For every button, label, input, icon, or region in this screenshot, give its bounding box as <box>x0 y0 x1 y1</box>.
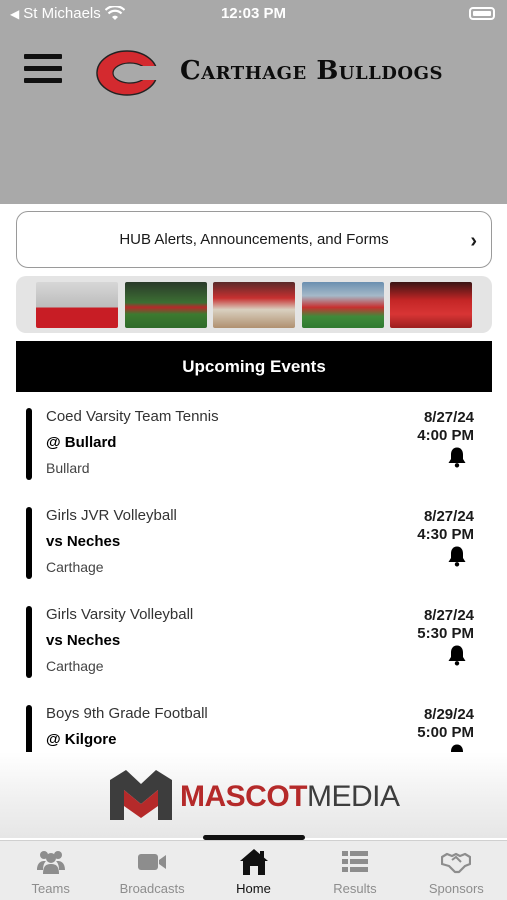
event-indicator-bar <box>26 507 32 579</box>
event-location: Bullard <box>46 460 90 476</box>
event-opponent: @ Kilgore <box>46 731 117 748</box>
tab-label: Results <box>333 881 377 896</box>
event-sport: Girls JVR Volleyball <box>46 507 177 524</box>
tab-results[interactable]: Results <box>304 841 405 900</box>
bell-icon[interactable] <box>446 446 468 468</box>
app-header: ◀ St Michaels 12:03 PM Carthage Bulldogs <box>0 0 507 204</box>
photo-strip <box>16 276 492 333</box>
event-sport: Girls Varsity Volleyball <box>46 606 194 623</box>
mascot-media-word-a: MASCOT <box>180 780 308 813</box>
tab-label: Home <box>236 881 271 896</box>
upcoming-events-header: Upcoming Events <box>16 341 492 392</box>
event-indicator-bar <box>26 408 32 480</box>
app-title: Carthage Bulldogs <box>180 56 443 86</box>
event-date: 8/27/24 <box>423 409 474 426</box>
status-bar: ◀ St Michaels 12:03 PM <box>0 0 507 30</box>
event-location: Carthage <box>46 559 104 575</box>
tab-teams[interactable]: Teams <box>0 841 101 900</box>
mascot-media-wordmark: MASCOTMEDIA <box>180 780 400 814</box>
event-date: 8/29/24 <box>423 706 474 723</box>
event-sport: Coed Varsity Team Tennis <box>46 408 219 425</box>
event-date: 8/27/24 <box>423 607 474 624</box>
event-row[interactable]: Girls Varsity Volleyball vs Neches Carth… <box>0 598 507 697</box>
event-opponent: vs Neches <box>46 632 121 649</box>
event-time: 5:00 PM <box>417 724 474 741</box>
video-camera-icon <box>138 854 167 870</box>
photo-thumbnail[interactable] <box>124 281 207 328</box>
mascot-media-logo <box>110 770 172 820</box>
teams-icon <box>36 851 65 874</box>
events-list: Coed Varsity Team Tennis @ Bullard Bulla… <box>0 400 507 760</box>
tab-label: Sponsors <box>428 881 484 896</box>
event-sport: Boys 9th Grade Football <box>46 705 208 722</box>
bottom-tab-bar: Teams Broadcasts Home Results Sponsors <box>0 840 507 900</box>
results-list-icon <box>341 851 368 872</box>
status-time: 12:03 PM <box>220 5 287 22</box>
handshake-icon <box>441 852 472 874</box>
home-icon <box>239 849 268 875</box>
photo-thumbnail[interactable] <box>301 281 384 328</box>
event-row[interactable]: Girls JVR Volleyball vs Neches Carthage … <box>0 499 507 598</box>
tab-home[interactable]: Home <box>203 841 304 900</box>
event-opponent: vs Neches <box>46 533 121 550</box>
photo-thumbnail[interactable] <box>36 281 118 328</box>
event-row[interactable]: Coed Varsity Team Tennis @ Bullard Bulla… <box>0 400 507 499</box>
hamburger-menu-icon[interactable] <box>24 54 62 88</box>
event-time: 4:30 PM <box>417 526 474 543</box>
battery-icon <box>469 7 495 20</box>
upcoming-events-title: Upcoming Events <box>182 356 326 376</box>
event-time: 4:00 PM <box>417 427 474 444</box>
tab-sponsors[interactable]: Sponsors <box>406 841 507 900</box>
bell-icon[interactable] <box>446 644 468 666</box>
carthage-logo <box>96 50 160 96</box>
mascot-media-word-b: MEDIA <box>307 780 400 813</box>
tab-label: Broadcasts <box>119 881 185 896</box>
tab-broadcasts[interactable]: Broadcasts <box>101 841 202 900</box>
event-indicator-bar <box>26 606 32 678</box>
hub-alerts-button[interactable]: HUB Alerts, Announcements, and Forms › <box>16 211 492 268</box>
event-time: 5:30 PM <box>417 625 474 642</box>
photo-thumbnail[interactable] <box>390 281 472 328</box>
event-date: 8/27/24 <box>423 508 474 525</box>
mascot-media-banner[interactable]: MASCOTMEDIA <box>0 752 507 838</box>
event-opponent: @ Bullard <box>46 434 117 451</box>
bell-icon[interactable] <box>446 545 468 567</box>
photo-thumbnail[interactable] <box>213 281 295 328</box>
hub-alerts-label: HUB Alerts, Announcements, and Forms <box>119 231 389 248</box>
event-row[interactable]: Boys 9th Grade Football @ Kilgore 8/29/2… <box>0 697 507 760</box>
chevron-right-icon: › <box>470 230 477 252</box>
event-location: Carthage <box>46 658 104 674</box>
tab-label: Teams <box>31 881 70 896</box>
